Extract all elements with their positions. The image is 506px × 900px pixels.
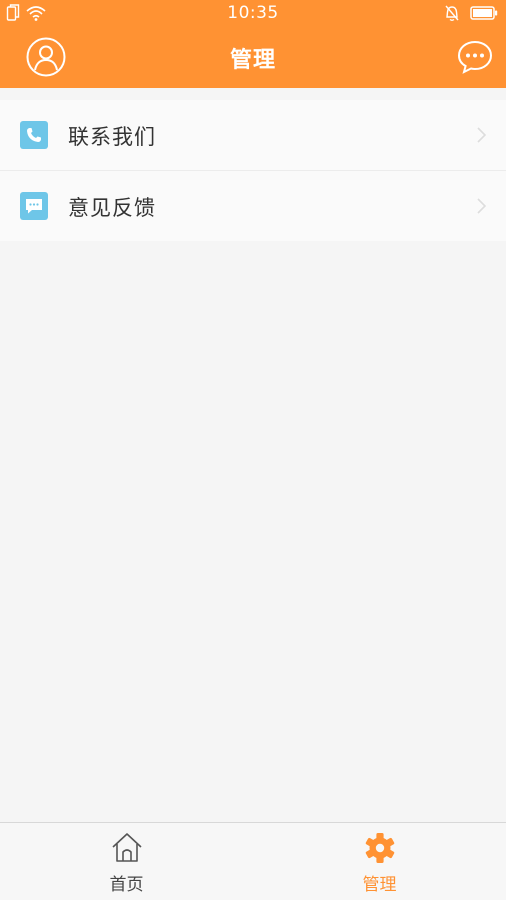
nav-manage[interactable]: 管理 xyxy=(253,823,506,900)
screen: 10:35 管理 联系我们 意见反馈 首页 管理 xyxy=(0,0,506,900)
chevron-right-icon xyxy=(477,127,487,143)
feedback-item[interactable]: 意见反馈 xyxy=(0,170,506,241)
battery-icon xyxy=(470,6,498,20)
nav-manage-label: 管理 xyxy=(362,875,397,895)
nav-home[interactable]: 首页 xyxy=(0,823,253,900)
contact-us-item[interactable]: 联系我们 xyxy=(0,100,506,170)
status-time: 10:35 xyxy=(227,3,279,23)
feedback-label: 意见反馈 xyxy=(68,196,156,220)
bottom-nav: 首页 管理 xyxy=(0,822,506,900)
header-bar: 管理 xyxy=(0,28,506,88)
app-top-bar: 10:35 管理 xyxy=(0,0,506,88)
home-icon xyxy=(111,833,142,862)
message-icon xyxy=(20,192,48,220)
settings-list: 联系我们 意见反馈 xyxy=(0,100,506,241)
gear-icon xyxy=(365,833,394,863)
phone-icon xyxy=(20,121,48,149)
contact-us-label: 联系我们 xyxy=(68,125,156,149)
chevron-right-icon xyxy=(477,198,487,214)
alarm-off-icon xyxy=(445,5,459,21)
chat-bubble-icon xyxy=(457,40,493,74)
nav-home-label: 首页 xyxy=(109,875,144,895)
page-title: 管理 xyxy=(229,48,276,73)
status-bar: 10:35 xyxy=(0,0,506,28)
status-right-icons xyxy=(444,4,498,22)
chat-button[interactable] xyxy=(457,39,493,75)
